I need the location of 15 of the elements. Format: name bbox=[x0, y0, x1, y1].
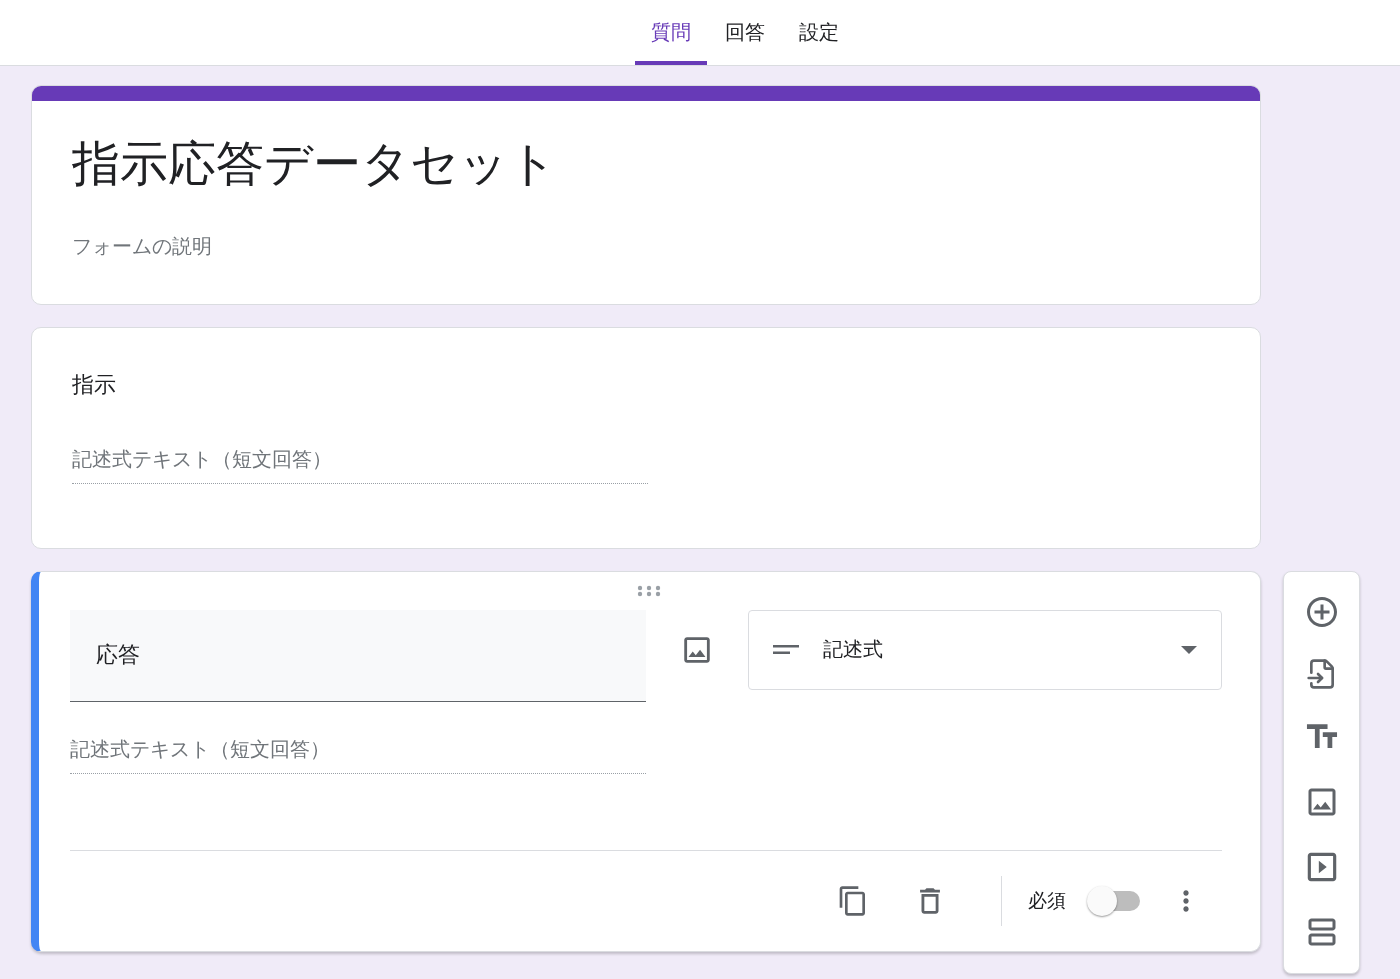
question-title-field[interactable]: 応答 bbox=[70, 609, 646, 702]
required-switch[interactable] bbox=[1086, 884, 1142, 917]
short-answer-field: 記述式テキスト（短文回答） bbox=[72, 445, 648, 484]
question-title: 指示 bbox=[72, 370, 117, 399]
tab[interactable]: 回答 bbox=[709, 0, 781, 65]
tab[interactable]: 質問 bbox=[635, 0, 707, 65]
dropdown-caret-icon bbox=[1181, 645, 1197, 654]
tab[interactable]: 設定 bbox=[783, 0, 855, 65]
form-title: 指示応答データセット bbox=[72, 135, 558, 193]
form-description-field[interactable]: フォームの説明 bbox=[72, 232, 1220, 260]
question-type-dropdown[interactable]: 記述式 bbox=[748, 609, 1222, 690]
drag-handle-icon[interactable] bbox=[636, 584, 663, 597]
short-answer-field: 記述式テキスト（短文回答） bbox=[70, 735, 646, 774]
required-label: 必須 bbox=[1028, 887, 1066, 913]
short-text-icon bbox=[773, 645, 799, 655]
